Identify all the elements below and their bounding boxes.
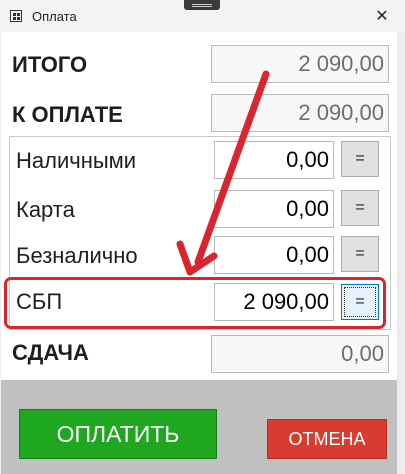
red-arrow-icon <box>176 70 270 276</box>
payment-window: Оплата ✕ ИТОГО 2 090,00 К ОПЛАТЕ 2 090,0… <box>0 0 405 474</box>
cancel-button[interactable]: ОТМЕНА <box>267 419 387 459</box>
pay-button[interactable]: ОПЛАТИТЬ <box>19 409 217 459</box>
